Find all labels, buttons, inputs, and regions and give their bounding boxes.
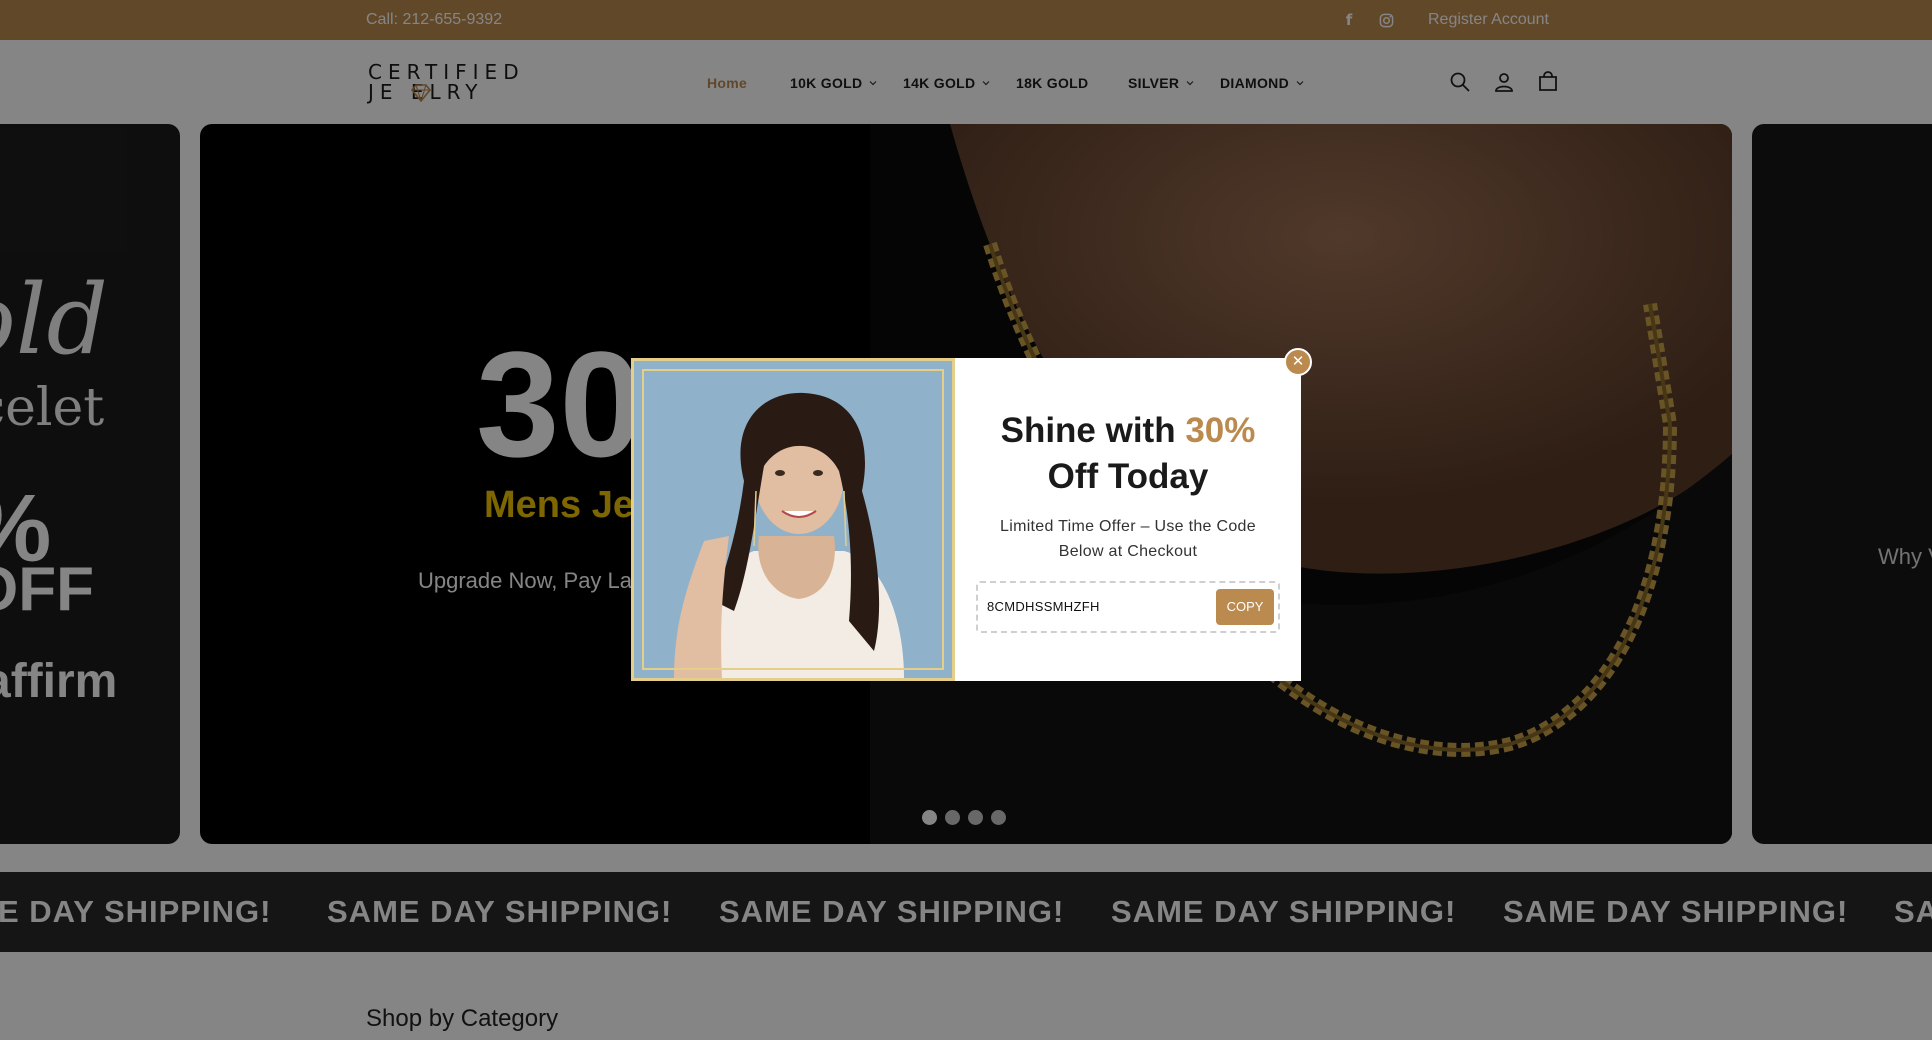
photo-frame [642,369,944,670]
popup-model-photo [631,358,955,681]
popup-heading: Shine with 30% Off Today [955,408,1301,500]
heading-accent: 30% [1185,411,1256,450]
coupon-code-box: 8CMDHSSMHZFH COPY [976,581,1280,633]
discount-popup: ✕ Shine with 30% Off Today Limited Time … [631,348,1312,681]
offer-line: Limited Time Offer – Use the Code [1000,518,1256,535]
coupon-code[interactable]: 8CMDHSSMHZFH [987,599,1100,614]
heading-text: Off Today [1047,457,1209,496]
copy-button[interactable]: COPY [1216,589,1274,625]
heading-text: Shine with [1000,411,1186,450]
popup-offer-text: Limited Time Offer – Use the Code Below … [975,514,1281,564]
close-icon[interactable]: ✕ [1284,348,1312,376]
offer-line: Below at Checkout [1058,543,1198,560]
